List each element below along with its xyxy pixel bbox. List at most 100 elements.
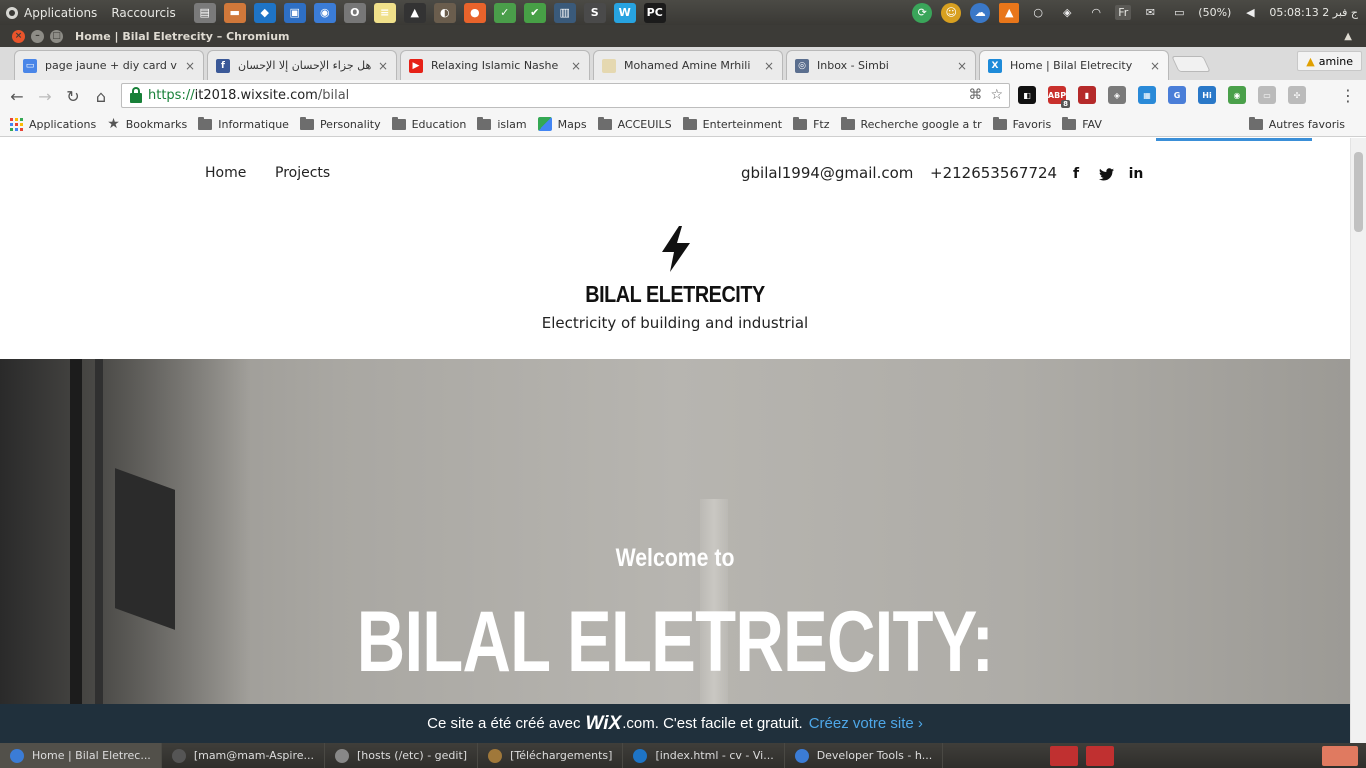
keyboard-layout[interactable]: Fr bbox=[1115, 5, 1132, 20]
bookmark-star[interactable]: ★ Bookmarks bbox=[107, 116, 187, 132]
bookmark-folder[interactable]: Favoris bbox=[992, 116, 1051, 131]
clock[interactable]: 05:08:13 2 ج فبر bbox=[1269, 6, 1358, 19]
back-arrow-icon[interactable]: ← bbox=[6, 85, 28, 107]
bookmark-folder[interactable]: Ftz bbox=[793, 116, 830, 131]
bookmark-star-icon[interactable]: ☆ bbox=[990, 87, 1003, 103]
window-minimize-button[interactable]: – bbox=[31, 29, 44, 43]
shortcuts-menu[interactable]: Raccourcis bbox=[111, 6, 175, 20]
volume-icon[interactable]: ◀ bbox=[1240, 3, 1260, 23]
gimp-icon[interactable]: ◐ bbox=[433, 2, 456, 23]
browser-menu-icon[interactable]: ⋮ bbox=[1340, 86, 1356, 105]
mail-icon[interactable]: ✉ bbox=[1140, 3, 1160, 23]
browser-tab[interactable]: X Home | Bilal Eletrecity × bbox=[979, 50, 1169, 80]
new-tab-button[interactable] bbox=[1171, 56, 1211, 72]
monitor-icon[interactable]: ▥ bbox=[553, 2, 576, 23]
folder-icon[interactable]: ▬ bbox=[223, 2, 246, 23]
screen-ext-icon[interactable]: ▭ bbox=[1258, 86, 1276, 104]
adblock-ext-icon[interactable]: ABP 8 bbox=[1048, 86, 1070, 108]
window-menu-icon[interactable]: ▲ bbox=[1344, 31, 1352, 42]
vlc-icon[interactable]: ▲ bbox=[999, 2, 1020, 23]
bookmark-ext-icon[interactable]: ▮ bbox=[1078, 86, 1096, 104]
shield-ext-icon[interactable]: ◈ bbox=[1108, 86, 1126, 104]
assistant-icon[interactable]: ☺ bbox=[941, 2, 962, 23]
page-scrollbar[interactable] bbox=[1350, 138, 1366, 743]
window-ext-icon[interactable]: ▦ bbox=[1138, 86, 1156, 104]
applications-menu[interactable]: Applications bbox=[24, 6, 97, 20]
opera-icon[interactable]: O bbox=[343, 2, 366, 23]
inkscape-icon[interactable]: ▲ bbox=[403, 2, 426, 23]
bookmark-folder[interactable]: Enterteinment bbox=[682, 116, 782, 131]
forward-arrow-icon[interactable]: → bbox=[34, 85, 56, 107]
wix-promo-banner[interactable]: Ce site a été créé avec WiX .com. C'est … bbox=[0, 704, 1350, 743]
tasks-icon[interactable]: ✔ bbox=[523, 2, 546, 23]
taskbar-item[interactable]: [index.html - cv - Vi... bbox=[623, 743, 785, 768]
update-icon[interactable]: ⟳ bbox=[912, 2, 933, 23]
eye-ext-icon[interactable]: ◉ bbox=[1228, 86, 1246, 104]
workspace-switcher-icon[interactable] bbox=[1322, 745, 1358, 766]
pdf-app-icon[interactable] bbox=[1086, 745, 1114, 766]
webstorm-icon[interactable]: W bbox=[613, 2, 636, 23]
lock-icon[interactable] bbox=[130, 86, 142, 103]
profile-button[interactable]: ▲ amine bbox=[1297, 51, 1362, 71]
dropbox-icon[interactable]: ◈ bbox=[1057, 3, 1077, 23]
taskbar-item[interactable]: [Téléchargements] bbox=[478, 743, 624, 768]
battery-icon[interactable]: ▭ bbox=[1169, 3, 1189, 23]
home-icon[interactable]: ⌂ bbox=[90, 85, 112, 107]
facebook-icon[interactable]: f bbox=[1068, 166, 1084, 182]
bookmark-folder[interactable]: islam bbox=[477, 116, 527, 131]
vm-icon[interactable]: ▣ bbox=[283, 2, 306, 23]
taskbar-item[interactable]: [mam@mam-Aspire... bbox=[162, 743, 326, 768]
bookmark-folder[interactable]: Personality bbox=[299, 116, 381, 131]
notes-icon[interactable]: ≡ bbox=[373, 2, 396, 23]
bookmark-folder[interactable]: Informatique bbox=[198, 116, 289, 131]
taskbar-item[interactable]: [hosts (/etc) - gedit] bbox=[325, 743, 479, 768]
tab-close-icon[interactable]: × bbox=[378, 59, 388, 73]
hi-ext-icon[interactable]: Hi bbox=[1198, 86, 1216, 104]
browser-tab[interactable]: ◎ Inbox - Simbi × bbox=[786, 50, 976, 80]
create-site-link[interactable]: Créez votre site › bbox=[809, 715, 923, 732]
nav-home-link[interactable]: Home bbox=[205, 165, 246, 181]
browser-tab[interactable]: Mohamed Amine Mrhili × bbox=[593, 50, 783, 80]
browser-tab[interactable]: ▶ Relaxing Islamic Nashe × bbox=[400, 50, 590, 80]
pdf-app-icon[interactable] bbox=[1050, 745, 1078, 766]
wifi-icon[interactable]: ◠ bbox=[1086, 3, 1106, 23]
scrollbar-thumb[interactable] bbox=[1354, 152, 1363, 232]
translate-ext-icon[interactable]: G bbox=[1168, 86, 1186, 104]
bookmark-apps[interactable]: Applications bbox=[10, 117, 96, 131]
tab-close-icon[interactable]: × bbox=[764, 59, 774, 73]
files-icon[interactable]: ▤ bbox=[193, 2, 216, 23]
tab-close-icon[interactable]: × bbox=[571, 59, 581, 73]
browser-tab[interactable]: f هل جزاء الإحسان إلا الإحسان × bbox=[207, 50, 397, 80]
bookmark-folder[interactable]: ACCEUILS bbox=[597, 116, 672, 131]
bookmark-folder[interactable]: FAV bbox=[1062, 116, 1102, 131]
tab-close-icon[interactable]: × bbox=[957, 59, 967, 73]
taskbar-item[interactable]: Developer Tools - h... bbox=[785, 743, 944, 768]
reload-icon[interactable]: ↻ bbox=[62, 85, 84, 107]
bookmark-folder[interactable]: Recherche google a tr bbox=[840, 116, 982, 131]
address-bar[interactable]: https://it2018.wixsite.com/bilal ⌘ ☆ bbox=[121, 83, 1010, 108]
chromium-icon[interactable]: ◉ bbox=[313, 2, 336, 23]
translate-icon[interactable]: ⌘ bbox=[968, 87, 982, 103]
bookmark-folder[interactable]: Education bbox=[391, 116, 466, 131]
contact-phone[interactable]: +212653567724 bbox=[930, 164, 1057, 182]
weather-icon[interactable]: ☁ bbox=[970, 2, 991, 23]
bookmark-maps[interactable]: Maps bbox=[537, 117, 587, 131]
vscode-icon[interactable]: ◆ bbox=[253, 2, 276, 23]
nav-projects-link[interactable]: Projects bbox=[275, 165, 330, 181]
address-url[interactable]: https://it2018.wixsite.com/bilal bbox=[148, 88, 349, 103]
lightbulb-icon[interactable]: ○ bbox=[1028, 3, 1048, 23]
tab-close-icon[interactable]: × bbox=[185, 59, 195, 73]
taskbar-item[interactable]: Home | Bilal Eletrec... bbox=[0, 743, 162, 768]
tab-close-icon[interactable]: × bbox=[1150, 59, 1160, 73]
contact-email[interactable]: gbilal1994@gmail.com bbox=[741, 164, 913, 182]
pycharm-icon[interactable]: PC bbox=[643, 2, 666, 23]
window-maximize-button[interactable]: □ bbox=[50, 29, 63, 43]
firefox-icon[interactable]: ● bbox=[463, 2, 486, 23]
linkedin-icon[interactable]: in bbox=[1128, 166, 1144, 182]
other-bookmarks-folder[interactable]: Autres favoris bbox=[1248, 116, 1345, 131]
check-app-icon[interactable]: ✓ bbox=[493, 2, 516, 23]
puzzle-ext-icon[interactable]: ✣ bbox=[1288, 86, 1306, 104]
pocket-ext-icon[interactable]: ◧ bbox=[1018, 86, 1036, 104]
applications-menu-icon[interactable] bbox=[6, 6, 18, 19]
window-close-button[interactable]: × bbox=[12, 29, 25, 43]
